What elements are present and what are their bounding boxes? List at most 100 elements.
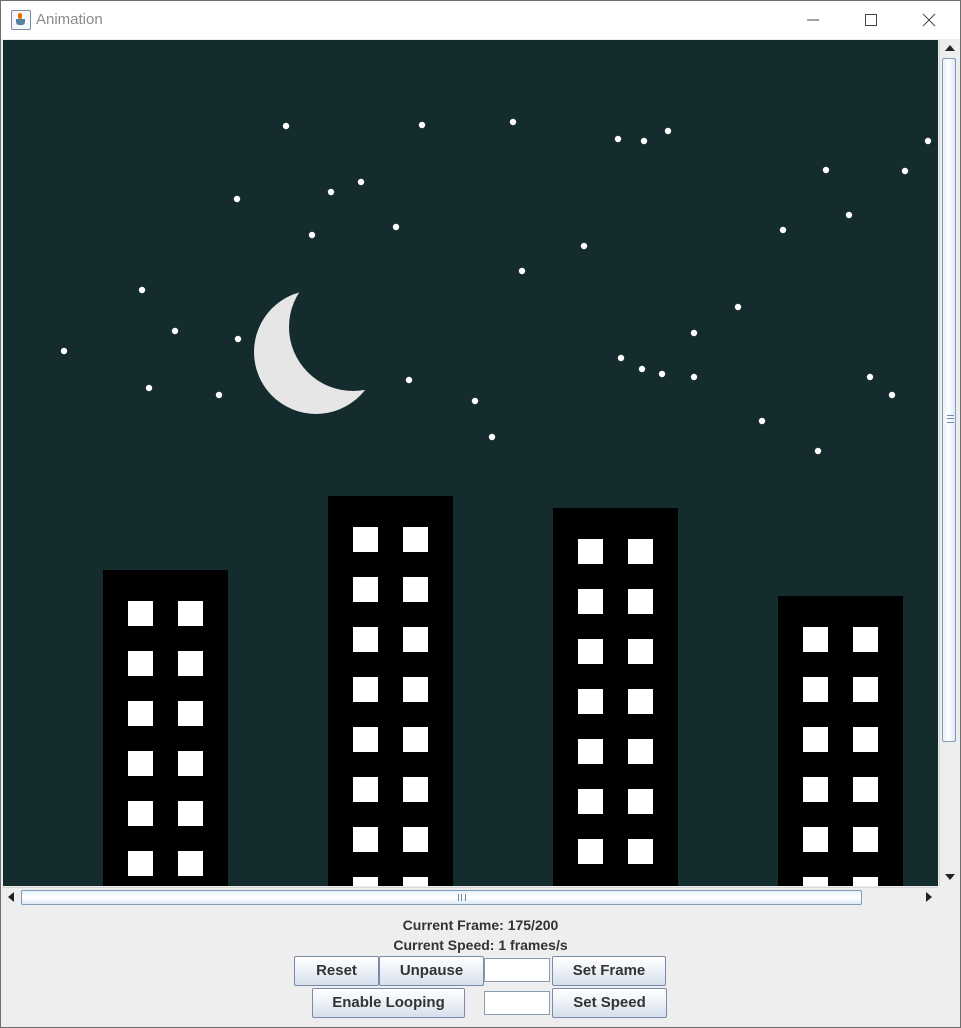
title-bar[interactable]: Animation: [1, 1, 960, 39]
building-window: [628, 539, 653, 564]
star: [614, 135, 622, 143]
horizontal-scrollbar[interactable]: [3, 887, 938, 907]
star: [690, 373, 698, 381]
star: [814, 447, 822, 455]
current-speed-label: Current Speed: 1 frames/s: [393, 937, 568, 953]
unpause-button[interactable]: Unpause: [379, 956, 484, 986]
vertical-scrollbar[interactable]: [939, 40, 959, 886]
set-speed-button[interactable]: Set Speed: [552, 988, 667, 1018]
building: [778, 596, 903, 886]
building-window: [628, 839, 653, 864]
star: [580, 242, 588, 250]
building-window: [353, 877, 378, 886]
building: [103, 570, 228, 886]
star: [471, 397, 479, 405]
reset-button[interactable]: Reset: [294, 956, 379, 986]
star: [640, 137, 648, 145]
building-window: [128, 851, 153, 876]
star: [734, 303, 742, 311]
building-window: [403, 877, 428, 886]
star: [327, 188, 335, 196]
building-window: [353, 677, 378, 702]
building-window: [128, 601, 153, 626]
building: [328, 496, 453, 886]
star: [233, 195, 241, 203]
star: [392, 223, 400, 231]
building-window: [353, 577, 378, 602]
building-window: [353, 527, 378, 552]
building-window: [853, 677, 878, 702]
animation-viewport: [3, 40, 938, 886]
star: [171, 327, 179, 335]
building-window: [128, 651, 153, 676]
building-window: [403, 727, 428, 752]
star: [638, 365, 646, 373]
star: [924, 137, 932, 145]
building-window: [853, 777, 878, 802]
speed-input[interactable]: [484, 991, 550, 1015]
star: [845, 211, 853, 219]
set-frame-button[interactable]: Set Frame: [552, 956, 666, 986]
building-window: [403, 827, 428, 852]
building-window: [178, 601, 203, 626]
star: [664, 127, 672, 135]
building-window: [803, 627, 828, 652]
star: [282, 122, 290, 130]
building-window: [178, 751, 203, 776]
star: [617, 354, 625, 362]
minimize-button[interactable]: [784, 1, 842, 39]
building-window: [628, 789, 653, 814]
vertical-scroll-thumb[interactable]: [942, 58, 956, 742]
star: [418, 121, 426, 129]
star: [658, 370, 666, 378]
maximize-button[interactable]: [842, 1, 900, 39]
building-window: [578, 839, 603, 864]
building-window: [178, 651, 203, 676]
building-window: [178, 851, 203, 876]
building-window: [403, 777, 428, 802]
building-window: [178, 801, 203, 826]
building-window: [628, 689, 653, 714]
animation-window: Animation Current Frame: 175/200 Current…: [0, 0, 961, 1028]
building-window: [353, 727, 378, 752]
star: [60, 347, 68, 355]
building-window: [628, 639, 653, 664]
building-window: [128, 701, 153, 726]
building-window: [403, 677, 428, 702]
night-city-scene: [3, 40, 938, 886]
star: [690, 329, 698, 337]
building-window: [178, 701, 203, 726]
star: [758, 417, 766, 425]
star: [822, 166, 830, 174]
close-icon: [922, 13, 936, 27]
building-window: [628, 589, 653, 614]
enable-looping-button[interactable]: Enable Looping: [312, 988, 465, 1018]
star: [405, 376, 413, 384]
star: [888, 391, 896, 399]
star: [866, 373, 874, 381]
building-window: [628, 739, 653, 764]
scroll-right-icon[interactable]: [926, 892, 932, 902]
star: [509, 118, 517, 126]
star: [234, 335, 242, 343]
scrollbar-corner: [939, 887, 958, 906]
scroll-up-icon[interactable]: [945, 45, 955, 51]
building-window: [853, 877, 878, 886]
building-window: [853, 727, 878, 752]
star: [138, 286, 146, 294]
star: [488, 433, 496, 441]
scroll-left-icon[interactable]: [8, 892, 14, 902]
building-window: [578, 789, 603, 814]
close-button[interactable]: [900, 1, 958, 39]
building-window: [578, 539, 603, 564]
horizontal-scroll-thumb[interactable]: [21, 890, 862, 905]
frame-input[interactable]: [484, 958, 550, 982]
building-window: [353, 827, 378, 852]
control-panel: Current Frame: 175/200 Current Speed: 1 …: [1, 907, 960, 1027]
building-window: [353, 777, 378, 802]
building-window: [853, 627, 878, 652]
scroll-down-icon[interactable]: [945, 874, 955, 880]
building-window: [853, 827, 878, 852]
building-window: [403, 527, 428, 552]
building-window: [578, 589, 603, 614]
